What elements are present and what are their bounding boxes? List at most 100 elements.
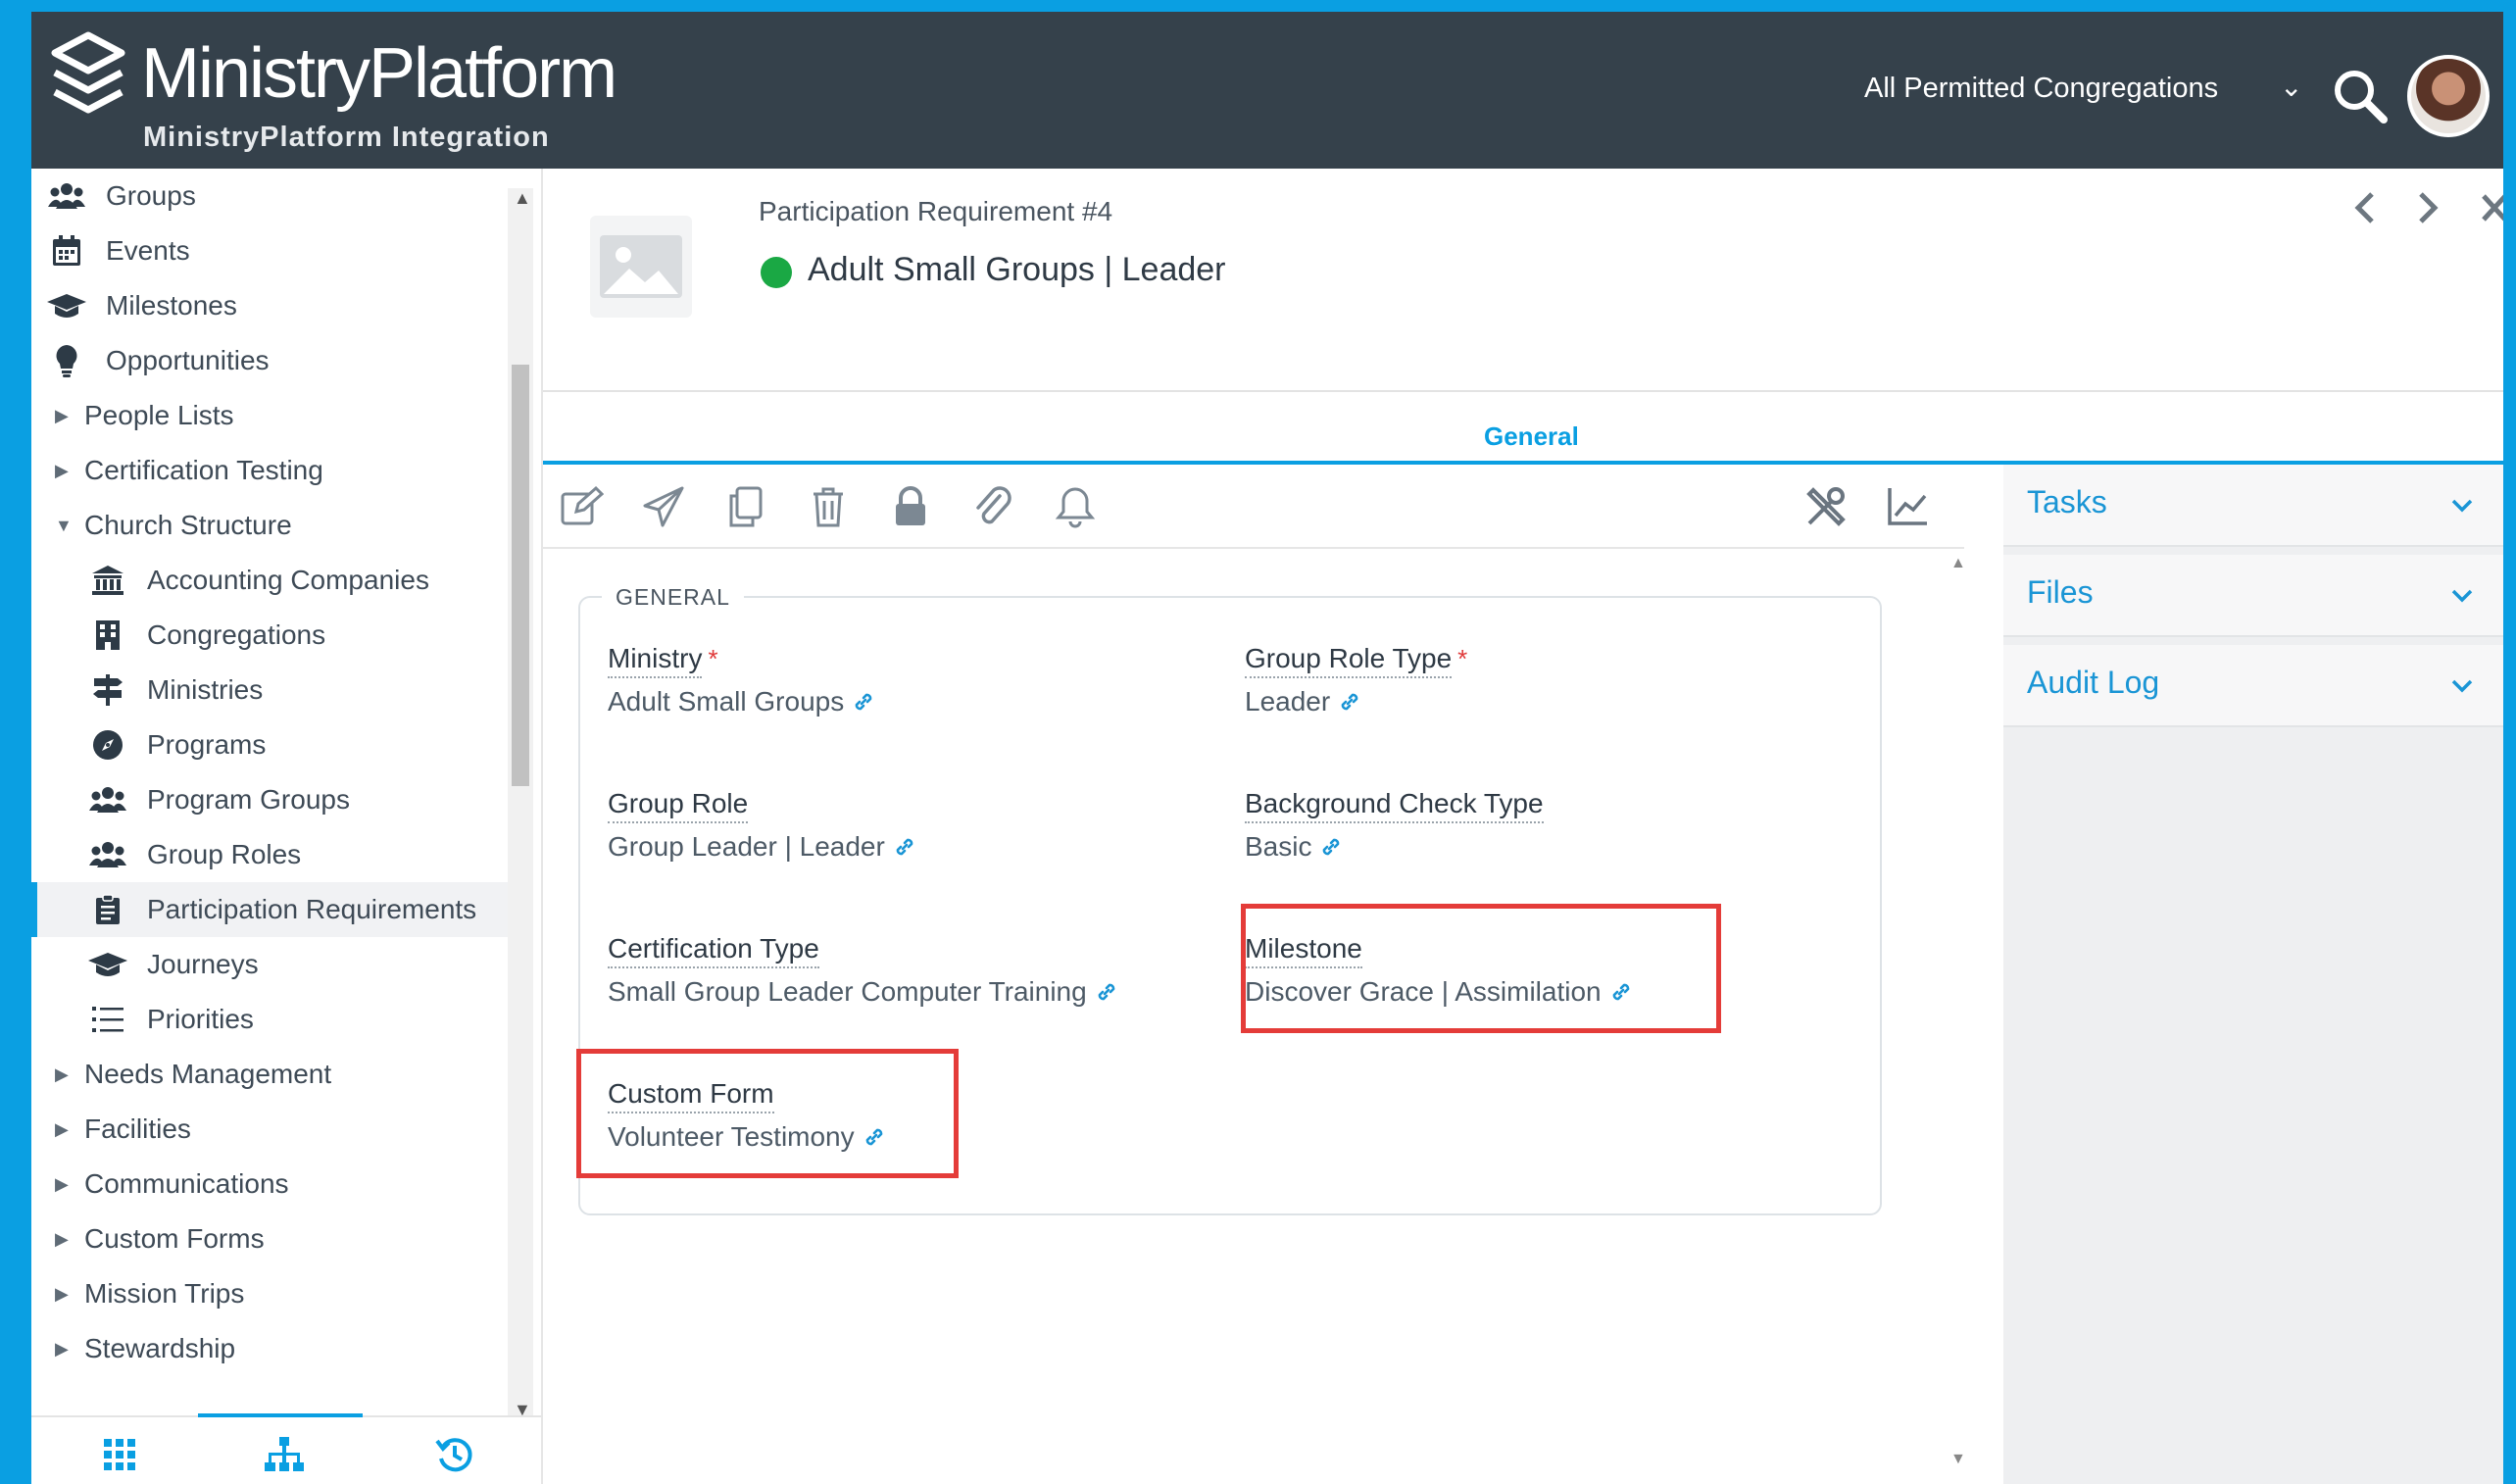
link-icon[interactable] xyxy=(1338,690,1361,714)
scroll-down-icon[interactable]: ▼ xyxy=(1950,1451,1966,1468)
highlight-box-custom-form xyxy=(576,1049,959,1178)
sidebar-item-program-groups[interactable]: Program Groups xyxy=(31,772,512,827)
sidebar-item-opportunities[interactable]: Opportunities xyxy=(31,333,512,388)
sidebar-item-label: Groups xyxy=(106,180,196,211)
chart-icon[interactable] xyxy=(1886,484,1931,529)
history-icon[interactable] xyxy=(433,1433,476,1476)
search-icon[interactable] xyxy=(2331,67,2390,125)
sidebar-item-accounting-companies[interactable]: Accounting Companies xyxy=(31,553,512,608)
chevron-down-icon[interactable] xyxy=(2448,582,2476,610)
tools-icon[interactable] xyxy=(1803,484,1849,529)
image-icon xyxy=(600,235,682,298)
bell-icon[interactable] xyxy=(1053,484,1098,529)
sidebar-item-priorities[interactable]: Priorities xyxy=(31,992,512,1047)
sidebar-group-church-structure[interactable]: ▼ Church Structure xyxy=(31,498,512,553)
calendar-icon xyxy=(47,231,86,271)
chevron-down-icon[interactable]: ⌄ xyxy=(2280,71,2302,103)
previous-record-icon[interactable] xyxy=(2350,188,2380,227)
caret-down-icon: ▼ xyxy=(55,515,73,535)
sidebar-group-mission-trips[interactable]: ▶ Mission Trips xyxy=(31,1266,512,1321)
field-value[interactable]: Group Leader | Leader xyxy=(608,831,885,863)
app-window: MinistryPlatform MinistryPlatform Integr… xyxy=(31,12,2503,1484)
field-value-link[interactable]: Small Group Leader Computer Training xyxy=(608,976,1118,1008)
sidebar: Groups Events Milestones Opportunities ▶… xyxy=(31,169,541,1484)
edit-icon[interactable] xyxy=(559,484,604,529)
record-image-placeholder[interactable] xyxy=(590,216,692,318)
chevron-down-icon[interactable] xyxy=(2448,672,2476,700)
highlight-box-milestone xyxy=(1241,904,1721,1033)
ministryplatform-logo-icon xyxy=(51,31,125,114)
attachment-icon[interactable] xyxy=(970,484,1015,529)
caret-right-icon: ▶ xyxy=(55,405,69,425)
status-indicator xyxy=(761,257,792,288)
field-value[interactable]: Adult Small Groups xyxy=(608,686,844,717)
delete-icon[interactable] xyxy=(806,484,851,529)
sidebar-footer xyxy=(31,1413,541,1484)
field-value[interactable]: Leader xyxy=(1245,686,1330,717)
user-avatar[interactable] xyxy=(2407,55,2490,137)
next-record-icon[interactable] xyxy=(2413,188,2442,227)
field-value-link[interactable]: Leader xyxy=(1245,686,1467,717)
graduation-cap-icon xyxy=(88,945,127,984)
sidebar-group-stewardship[interactable]: ▶ Stewardship xyxy=(31,1321,512,1376)
sidebar-group-needs-management[interactable]: ▶ Needs Management xyxy=(31,1047,512,1102)
link-icon[interactable] xyxy=(1095,980,1118,1004)
sidebar-item-label: Programs xyxy=(147,729,267,760)
panel-title: Tasks xyxy=(2027,484,2107,519)
section-label: GENERAL xyxy=(602,584,744,611)
send-icon[interactable] xyxy=(641,484,686,529)
building-icon xyxy=(88,616,127,655)
sidebar-group-communications[interactable]: ▶ Communications xyxy=(31,1157,512,1212)
bank-icon xyxy=(88,561,127,600)
sidebar-item-label: Opportunities xyxy=(106,345,270,375)
tab-general[interactable]: General xyxy=(1484,421,1579,452)
panel-title: Files xyxy=(2027,574,2094,610)
panel-files[interactable]: Files xyxy=(2003,555,2503,637)
sidebar-item-groups[interactable]: Groups xyxy=(31,169,512,223)
link-icon[interactable] xyxy=(852,690,875,714)
field-value-link[interactable]: Basic xyxy=(1245,831,1544,863)
scroll-up-icon[interactable]: ▲ xyxy=(1950,555,1966,572)
field-label: Background Check Type xyxy=(1245,788,1544,823)
scrollbar-thumb[interactable] xyxy=(512,365,529,786)
sidebar-group-custom-forms[interactable]: ▶ Custom Forms xyxy=(31,1212,512,1266)
sidebar-scrollbar[interactable]: ▲ ▼ xyxy=(508,188,533,1433)
form-scrollbar[interactable]: ▲ ▼ xyxy=(1945,549,1972,1484)
close-icon[interactable] xyxy=(2478,188,2503,227)
sidebar-group-label: Communications xyxy=(84,1168,289,1199)
lock-icon[interactable] xyxy=(888,484,933,529)
sitemap-icon[interactable] xyxy=(263,1433,306,1476)
panel-audit-log[interactable]: Audit Log xyxy=(2003,645,2503,727)
field-value[interactable]: Small Group Leader Computer Training xyxy=(608,976,1087,1008)
right-panel: Tasks Files Audit Log xyxy=(2003,465,2503,1484)
record-subtitle: Participation Requirement #4 xyxy=(759,196,1113,226)
field-value[interactable]: Basic xyxy=(1245,831,1311,863)
field-value-link[interactable]: Group Leader | Leader xyxy=(608,831,916,863)
sidebar-item-journeys[interactable]: Journeys xyxy=(31,937,512,992)
grid-icon[interactable] xyxy=(98,1433,141,1476)
scroll-up-icon[interactable]: ▲ xyxy=(514,188,531,209)
sidebar-item-label: Milestones xyxy=(106,290,237,321)
sidebar-item-events[interactable]: Events xyxy=(31,223,512,278)
caret-right-icon: ▶ xyxy=(55,1283,69,1304)
sidebar-item-label: Ministries xyxy=(147,674,264,705)
compass-icon xyxy=(88,725,127,765)
sidebar-group-people-lists[interactable]: ▶ People Lists xyxy=(31,388,512,443)
sidebar-group-facilities[interactable]: ▶ Facilities xyxy=(31,1102,512,1157)
chevron-down-icon[interactable] xyxy=(2448,492,2476,519)
field-value-link[interactable]: Adult Small Groups xyxy=(608,686,875,717)
link-icon[interactable] xyxy=(893,835,916,859)
sidebar-item-label: Congregations xyxy=(147,619,326,650)
copy-icon[interactable] xyxy=(723,484,768,529)
sidebar-item-ministries[interactable]: Ministries xyxy=(31,663,512,717)
sidebar-item-group-roles[interactable]: Group Roles xyxy=(31,827,512,882)
sidebar-item-label: Journeys xyxy=(147,949,259,979)
sidebar-item-participation-requirements[interactable]: Participation Requirements xyxy=(31,882,512,937)
sidebar-item-congregations[interactable]: Congregations xyxy=(31,608,512,663)
link-icon[interactable] xyxy=(1319,835,1343,859)
panel-tasks[interactable]: Tasks xyxy=(2003,465,2503,547)
congregation-selector[interactable]: All Permitted Congregations xyxy=(1864,73,2218,105)
sidebar-item-milestones[interactable]: Milestones xyxy=(31,278,512,333)
sidebar-group-certification-testing[interactable]: ▶ Certification Testing xyxy=(31,443,512,498)
sidebar-item-programs[interactable]: Programs xyxy=(31,717,512,772)
